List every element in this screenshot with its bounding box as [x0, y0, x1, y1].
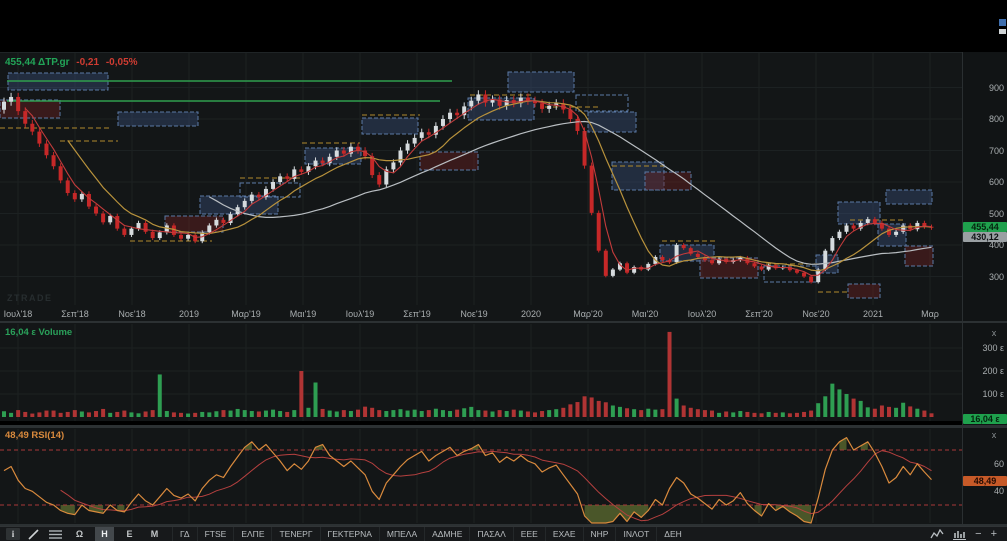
price-change-pct: -0,05%: [106, 57, 138, 68]
rsi-badge: 48,49: [963, 476, 1007, 486]
rsi-pane[interactable]: [0, 428, 962, 524]
platform-watermark: ZTRADE: [7, 293, 53, 303]
timeframe-tab-Μ[interactable]: Μ: [145, 527, 164, 541]
draw-line-icon: [28, 529, 39, 540]
bottom-toolbar: i ΩΗΕΜ ΓΔFTSEΕΛΠΕΤΕΝΕΡΓΓΕΚΤΕΡΝΑΜΠΕΛΑΑΔΜΗ…: [0, 526, 1007, 541]
symbol-tab-ΑΔΜΗΕ[interactable]: ΑΔΜΗΕ: [424, 527, 469, 541]
volume-panel-close-button[interactable]: x: [988, 329, 1000, 339]
plus-icon: +: [991, 528, 997, 540]
date-axis-label: Νοε'19: [446, 309, 502, 319]
rsi-panel-header: 48,49 RSI(14): [5, 430, 64, 441]
symbol-tab-ΕΧΑΕ[interactable]: ΕΧΑΕ: [545, 527, 583, 541]
price-axis-label: 700: [963, 146, 1004, 156]
rsi-axis-label: 40: [963, 486, 1004, 496]
date-axis-label: Νοε'18: [104, 309, 160, 319]
symbol-tab-ΓΕΚΤΕΡΝΑ[interactable]: ΓΕΚΤΕΡΝΑ: [320, 527, 379, 541]
date-axis-label: Ιουλ'20: [674, 309, 730, 319]
scrollbar-thumb[interactable]: [999, 19, 1006, 26]
price-axis-label: 500: [963, 209, 1004, 219]
symbol-tab-FTSE[interactable]: FTSE: [197, 527, 234, 541]
date-axis-label: Σεπ'20: [731, 309, 787, 319]
symbol-tab-ΕΕΕ[interactable]: ΕΕΕ: [513, 527, 545, 541]
date-axis-label: 2021: [845, 309, 901, 319]
pane-separator[interactable]: [0, 321, 1007, 323]
date-axis-label: Σεπ'18: [47, 309, 103, 319]
trading-app-window: 455,44 ΔTP.gr -0,21 -0,05% ZTRADE 16,04 …: [0, 0, 1007, 540]
draw-line-button[interactable]: [24, 528, 42, 540]
volume-panel-header: 16,04 ε Volume: [5, 327, 72, 338]
watchlist-icon: [49, 529, 62, 539]
scrollbar-thumb[interactable]: [999, 29, 1006, 34]
chart-type-button[interactable]: [930, 529, 944, 540]
date-axis-label: Σεπ'19: [389, 309, 445, 319]
rsi-axis-label: 60: [963, 459, 1004, 469]
symbol-tabs: ΓΔFTSEΕΛΠΕΤΕΝΕΡΓΓΕΚΤΕΡΝΑΜΠΕΛΑΑΔΜΗΕΠΑΣΑΛΕ…: [172, 527, 689, 541]
timeframe-tab-Ω[interactable]: Ω: [70, 527, 89, 541]
date-axis-label: Ιουλ'19: [332, 309, 388, 319]
instrument-ticker: 455,44 ΔTP.gr -0,21 -0,05%: [5, 57, 138, 68]
minus-icon: −: [975, 528, 981, 540]
volume-bars-icon: [953, 529, 966, 540]
info-button[interactable]: i: [6, 528, 20, 540]
symbol-tab-ΔΕΗ[interactable]: ΔΕΗ: [656, 527, 689, 541]
price-axis-label: 800: [963, 114, 1004, 124]
date-axis-label: Μαρ: [902, 309, 958, 319]
last-price-badge: 455,44: [963, 222, 1007, 232]
date-axis-label: 2020: [503, 309, 559, 319]
watchlist-button[interactable]: [46, 528, 64, 540]
price-axis-label: 900: [963, 83, 1004, 93]
date-axis-label: Μαρ'20: [560, 309, 616, 319]
volume-axis-label: 100 ε: [963, 389, 1004, 399]
chart-controls: − +: [930, 528, 997, 540]
instrument-symbol: ΔTP.gr: [38, 57, 69, 68]
date-axis-label: Μαρ'19: [218, 309, 274, 319]
volume-toggle-button[interactable]: [953, 529, 966, 540]
volume-axis-label: 300 ε: [963, 343, 1004, 353]
symbol-tab-ΕΛΠΕ[interactable]: ΕΛΠΕ: [233, 527, 271, 541]
prev-close-badge: 430,12: [963, 232, 1007, 242]
price-axis-label: 600: [963, 177, 1004, 187]
symbol-tab-ΝΗΡ[interactable]: ΝΗΡ: [583, 527, 616, 541]
last-price: 455,44: [5, 57, 36, 68]
symbol-tab-ΙΝΛΟΤ[interactable]: ΙΝΛΟΤ: [615, 527, 656, 541]
timeframe-tab-Η[interactable]: Η: [95, 527, 114, 541]
date-axis-label: Ιουλ'18: [0, 309, 46, 319]
volume-axis-label: 200 ε: [963, 366, 1004, 376]
symbol-tab-ΜΠΕΛΑ[interactable]: ΜΠΕΛΑ: [379, 527, 424, 541]
info-icon: i: [12, 529, 15, 539]
symbol-tab-ΤΕΝΕΡΓ[interactable]: ΤΕΝΕΡΓ: [271, 527, 319, 541]
zoom-out-button[interactable]: −: [975, 528, 981, 540]
rsi-panel-close-button[interactable]: x: [988, 431, 1000, 441]
date-axis-label: Μαι'20: [617, 309, 673, 319]
date-axis-label: Νοε'20: [788, 309, 844, 319]
date-axis-label: 2019: [161, 309, 217, 319]
price-change: -0,21: [76, 57, 99, 68]
zoom-in-button[interactable]: +: [991, 528, 997, 540]
date-axis-label: Μαι'19: [275, 309, 331, 319]
pane-separator[interactable]: [0, 425, 1007, 428]
line-chart-icon: [930, 529, 944, 540]
price-chart-pane[interactable]: [0, 52, 962, 306]
volume-pane[interactable]: [0, 323, 962, 421]
volume-badge: 16,04 ε: [963, 414, 1007, 424]
symbol-tab-ΠΑΣΑΛ[interactable]: ΠΑΣΑΛ: [469, 527, 512, 541]
price-axis-label: 300: [963, 272, 1004, 282]
timeframe-tab-Ε[interactable]: Ε: [120, 527, 139, 541]
symbol-tab-ΓΔ[interactable]: ΓΔ: [172, 527, 197, 541]
timeframe-tabs: ΩΗΕΜ: [64, 527, 164, 541]
